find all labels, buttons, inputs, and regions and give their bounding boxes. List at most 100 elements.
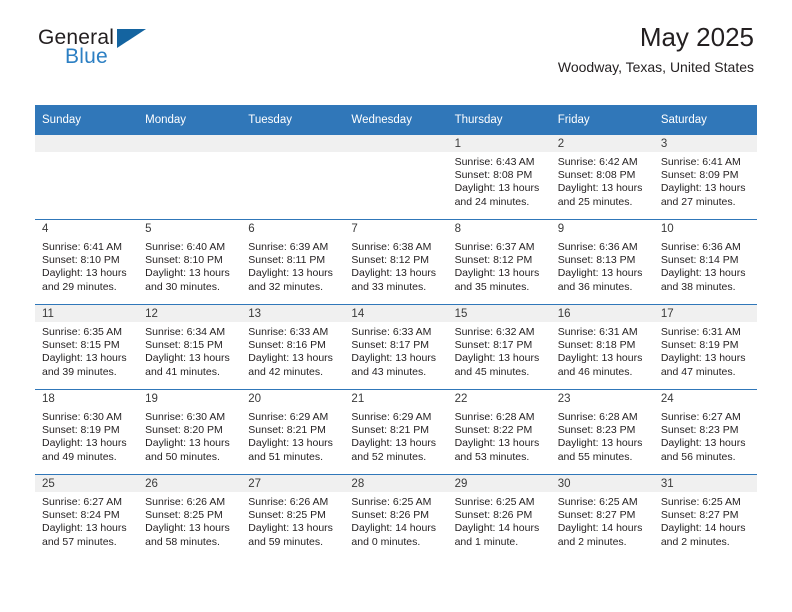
day-detail-line: Daylight: 13 hours	[145, 522, 230, 535]
day-details: Sunrise: 6:37 AM Sunset: 8:12 PM Daylight:…	[448, 237, 551, 294]
calendar-day-cell[interactable]: 31 Sunrise: 6:25 AM Sunset: 8:27 PM Dayligh…	[653, 474, 757, 559]
day-number: 21	[344, 390, 448, 407]
day-number: 19	[138, 390, 242, 407]
calendar-day-cell[interactable]: 21 Sunrise: 6:29 AM Sunset: 8:21 PM Dayligh…	[344, 389, 448, 474]
calendar-day-cell[interactable]: 5 Sunrise: 6:40 AM Sunset: 8:10 PM Daylight…	[138, 219, 242, 304]
day-detail-line: and 49 minutes.	[42, 450, 117, 463]
day-detail-line: Daylight: 14 hours	[351, 522, 437, 535]
calendar-day-cell[interactable]: 10 Sunrise: 6:36 AM Sunset: 8:14 PM Dayligh…	[653, 219, 757, 304]
day-detail-line: and 27 minutes.	[660, 195, 736, 208]
calendar-week-row: 4 Sunrise: 6:41 AM Sunset: 8:10 PM Daylight…	[35, 219, 757, 304]
calendar-day-cell[interactable]: 14 Sunrise: 6:33 AM Sunset: 8:17 PM Dayligh…	[344, 304, 448, 389]
day-detail-line: and 38 minutes.	[660, 280, 736, 293]
day-detail-line: Sunset: 8:10 PM	[42, 254, 120, 267]
calendar-day-cell[interactable]: 3 Sunrise: 6:41 AM Sunset: 8:09 PM Daylight…	[653, 134, 757, 219]
brand-name-bottom: Blue	[65, 45, 108, 68]
day-detail-line: Daylight: 13 hours	[557, 267, 643, 280]
day-detail-line: Daylight: 13 hours	[42, 437, 127, 450]
calendar-day-cell[interactable]: 1 Sunrise: 6:43 AM Sunset: 8:08 PM Daylight…	[447, 134, 551, 219]
day-detail-line: Sunset: 8:21 PM	[248, 424, 326, 437]
day-detail-line: and 39 minutes.	[42, 365, 117, 378]
day-detail-line: Daylight: 13 hours	[660, 352, 746, 365]
day-detail-line: Daylight: 13 hours	[248, 267, 333, 280]
calendar-day-cell[interactable]: 12 Sunrise: 6:34 AM Sunset: 8:15 PM Dayligh…	[138, 304, 242, 389]
day-number: 25	[35, 475, 139, 492]
calendar-day-cell[interactable]: 18 Sunrise: 6:30 AM Sunset: 8:19 PM Dayligh…	[35, 389, 139, 474]
calendar-day-cell[interactable]: 20 Sunrise: 6:29 AM Sunset: 8:21 PM Dayligh…	[241, 389, 345, 474]
calendar-day-cell[interactable]: 11 Sunrise: 6:35 AM Sunset: 8:15 PM Dayligh…	[35, 304, 139, 389]
calendar-day-cell[interactable]: 4 Sunrise: 6:41 AM Sunset: 8:10 PM Daylight…	[35, 219, 139, 304]
day-detail-line: Sunrise: 6:30 AM	[145, 411, 226, 423]
day-number: 3	[653, 135, 757, 152]
day-detail-line: Daylight: 13 hours	[351, 352, 437, 365]
day-detail-line: Daylight: 13 hours	[248, 437, 333, 450]
calendar-day-cell[interactable]: 15 Sunrise: 6:32 AM Sunset: 8:17 PM Dayligh…	[447, 304, 551, 389]
weekday-header-saturday: Saturday	[653, 105, 757, 134]
calendar-day-cell[interactable]: 28 Sunrise: 6:25 AM Sunset: 8:26 PM Dayligh…	[344, 474, 448, 559]
day-detail-line: Daylight: 13 hours	[145, 437, 230, 450]
day-detail-line: Daylight: 13 hours	[557, 437, 643, 450]
brand-logo[interactable]: General Blue	[38, 26, 238, 74]
calendar-day-cell[interactable]: 27 Sunrise: 6:26 AM Sunset: 8:25 PM Dayligh…	[241, 474, 345, 559]
calendar-day-cell[interactable]: 22 Sunrise: 6:28 AM Sunset: 8:22 PM Dayligh…	[447, 389, 551, 474]
day-detail-line: Daylight: 13 hours	[248, 352, 333, 365]
day-detail-line: Sunrise: 6:25 AM	[351, 496, 432, 508]
calendar-day-cell[interactable]: 25 Sunrise: 6:27 AM Sunset: 8:24 PM Dayligh…	[35, 474, 139, 559]
day-details: Sunrise: 6:30 AM Sunset: 8:19 PM Daylight:…	[35, 407, 138, 464]
day-detail-line: and 2 minutes.	[660, 535, 730, 548]
page-title: May 2025	[639, 22, 754, 52]
day-detail-line: Sunrise: 6:32 AM	[454, 326, 535, 338]
day-detail-line: and 53 minutes.	[454, 450, 530, 463]
calendar-day-cell[interactable]: 13 Sunrise: 6:33 AM Sunset: 8:16 PM Dayligh…	[241, 304, 345, 389]
day-number: 14	[344, 305, 448, 322]
day-detail-line: Sunrise: 6:28 AM	[454, 411, 535, 423]
day-detail-line: Sunrise: 6:30 AM	[42, 411, 122, 423]
day-detail-line: and 47 minutes.	[660, 365, 736, 378]
day-number: 13	[241, 305, 345, 322]
day-detail-line: Daylight: 13 hours	[454, 267, 540, 280]
day-detail-line: Sunrise: 6:25 AM	[660, 496, 741, 508]
day-detail-line: and 41 minutes.	[145, 365, 220, 378]
day-details: Sunrise: 6:41 AM Sunset: 8:09 PM Daylight:…	[654, 152, 757, 209]
day-detail-line: and 59 minutes.	[248, 535, 323, 548]
day-detail-line: and 58 minutes.	[145, 535, 220, 548]
day-number: 12	[138, 305, 242, 322]
day-detail-line: and 30 minutes.	[145, 280, 220, 293]
calendar-day-cell[interactable]: 24 Sunrise: 6:27 AM Sunset: 8:23 PM Dayligh…	[653, 389, 757, 474]
day-number	[138, 135, 242, 152]
day-detail-line: Sunset: 8:23 PM	[557, 424, 636, 437]
day-detail-line: and 50 minutes.	[145, 450, 220, 463]
day-detail-line: Daylight: 13 hours	[454, 182, 540, 195]
calendar-day-cell[interactable]: 8 Sunrise: 6:37 AM Sunset: 8:12 PM Daylight…	[447, 219, 551, 304]
day-details: Sunrise: 6:26 AM Sunset: 8:25 PM Daylight:…	[138, 492, 241, 549]
day-detail-line: and 1 minute.	[454, 535, 519, 548]
calendar-day-cell[interactable]: 23 Sunrise: 6:28 AM Sunset: 8:23 PM Dayligh…	[550, 389, 654, 474]
calendar-day-cell[interactable]: 29 Sunrise: 6:25 AM Sunset: 8:26 PM Dayligh…	[447, 474, 551, 559]
day-number	[35, 135, 139, 152]
calendar-day-cell[interactable]: 30 Sunrise: 6:25 AM Sunset: 8:27 PM Dayligh…	[550, 474, 654, 559]
calendar-day-cell[interactable]: 6 Sunrise: 6:39 AM Sunset: 8:11 PM Daylight…	[241, 219, 345, 304]
day-detail-line: Daylight: 14 hours	[660, 522, 746, 535]
calendar-day-cell[interactable]: 9 Sunrise: 6:36 AM Sunset: 8:13 PM Daylight…	[550, 219, 654, 304]
day-detail-line: Sunset: 8:19 PM	[660, 339, 739, 352]
calendar-empty-cell	[35, 134, 139, 219]
day-detail-line: Sunset: 8:26 PM	[454, 509, 533, 522]
location-subtitle: Woodway, Texas, United States	[557, 59, 754, 75]
day-detail-line: and 43 minutes.	[351, 365, 427, 378]
day-detail-line: Sunrise: 6:31 AM	[660, 326, 741, 338]
calendar-day-cell[interactable]: 26 Sunrise: 6:26 AM Sunset: 8:25 PM Dayligh…	[138, 474, 242, 559]
calendar-day-cell[interactable]: 7 Sunrise: 6:38 AM Sunset: 8:12 PM Daylight…	[344, 219, 448, 304]
day-detail-line: Daylight: 13 hours	[454, 352, 540, 365]
day-details: Sunrise: 6:32 AM Sunset: 8:17 PM Daylight:…	[448, 322, 551, 379]
day-detail-line: and 51 minutes.	[248, 450, 323, 463]
day-detail-line: Daylight: 13 hours	[42, 522, 127, 535]
day-detail-line: Sunset: 8:24 PM	[42, 509, 120, 522]
day-detail-line: Daylight: 13 hours	[42, 352, 127, 365]
calendar-day-cell[interactable]: 19 Sunrise: 6:30 AM Sunset: 8:20 PM Dayligh…	[138, 389, 242, 474]
calendar-day-cell[interactable]: 17 Sunrise: 6:31 AM Sunset: 8:19 PM Dayligh…	[653, 304, 757, 389]
triangle-flag-icon	[117, 29, 146, 48]
day-detail-line: and 35 minutes.	[454, 280, 530, 293]
day-detail-line: Sunset: 8:08 PM	[557, 169, 636, 182]
calendar-day-cell[interactable]: 16 Sunrise: 6:31 AM Sunset: 8:18 PM Dayligh…	[550, 304, 654, 389]
calendar-day-cell[interactable]: 2 Sunrise: 6:42 AM Sunset: 8:08 PM Daylight…	[550, 134, 654, 219]
